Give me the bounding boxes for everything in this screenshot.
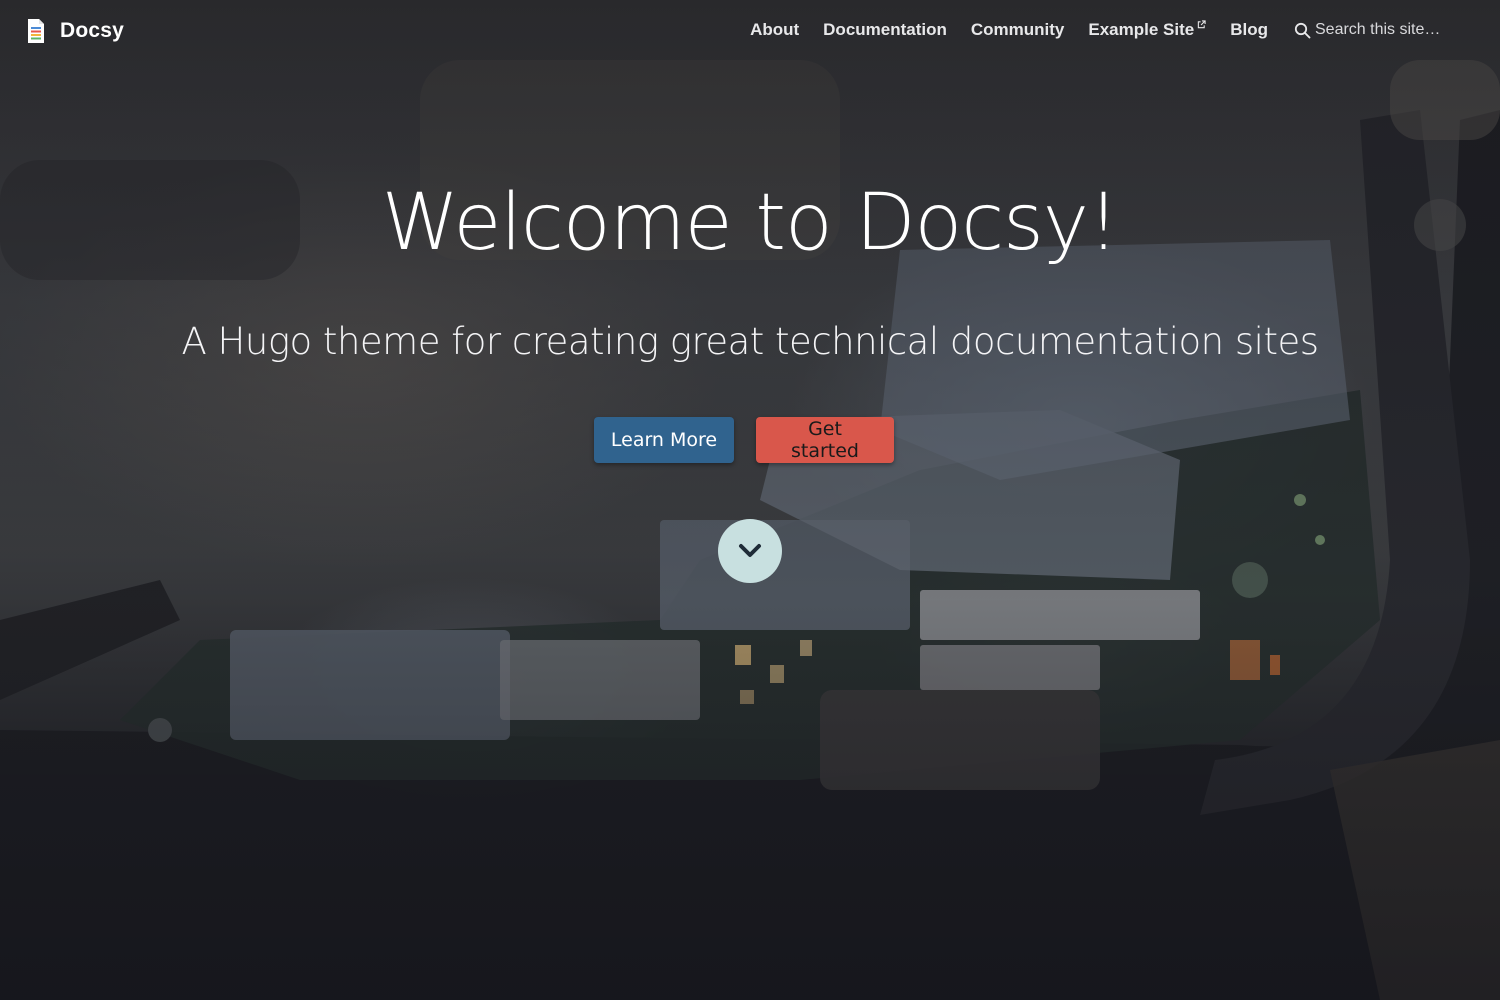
brand-name: Docsy: [60, 19, 125, 42]
learn-more-button[interactable]: Learn More: [594, 417, 734, 463]
chevron-down-icon: [739, 544, 761, 557]
search-icon: [1294, 22, 1311, 38]
hero-overlay: [0, 0, 1500, 1000]
nav-link-example-site-label: Example Site: [1088, 20, 1195, 39]
site-search: [1294, 21, 1444, 39]
external-link-icon: [1198, 20, 1206, 29]
top-navbar: Docsy About Documentation Community Exam…: [0, 0, 1500, 64]
hero-buttons: Learn More Get started: [0, 417, 1500, 463]
nav-link-blog[interactable]: Blog: [1230, 20, 1268, 40]
docsy-logo-icon: [28, 19, 44, 43]
nav-link-example-site[interactable]: Example Site: [1088, 20, 1206, 40]
nav-links: About Documentation Community Example Si…: [726, 20, 1444, 40]
nav-link-community[interactable]: Community: [971, 20, 1065, 40]
get-started-button[interactable]: Get started: [756, 417, 894, 463]
scroll-down-button[interactable]: [718, 519, 782, 583]
nav-link-documentation[interactable]: Documentation: [823, 20, 947, 40]
page: Docsy About Documentation Community Exam…: [0, 0, 1500, 1000]
hero-subtitle: A Hugo theme for creating great technica…: [181, 320, 1319, 363]
nav-link-about[interactable]: About: [750, 20, 799, 40]
hero-title: Welcome to Docsy!: [381, 178, 1119, 268]
search-input[interactable]: [1315, 21, 1443, 39]
brand-link[interactable]: Docsy: [26, 18, 124, 44]
